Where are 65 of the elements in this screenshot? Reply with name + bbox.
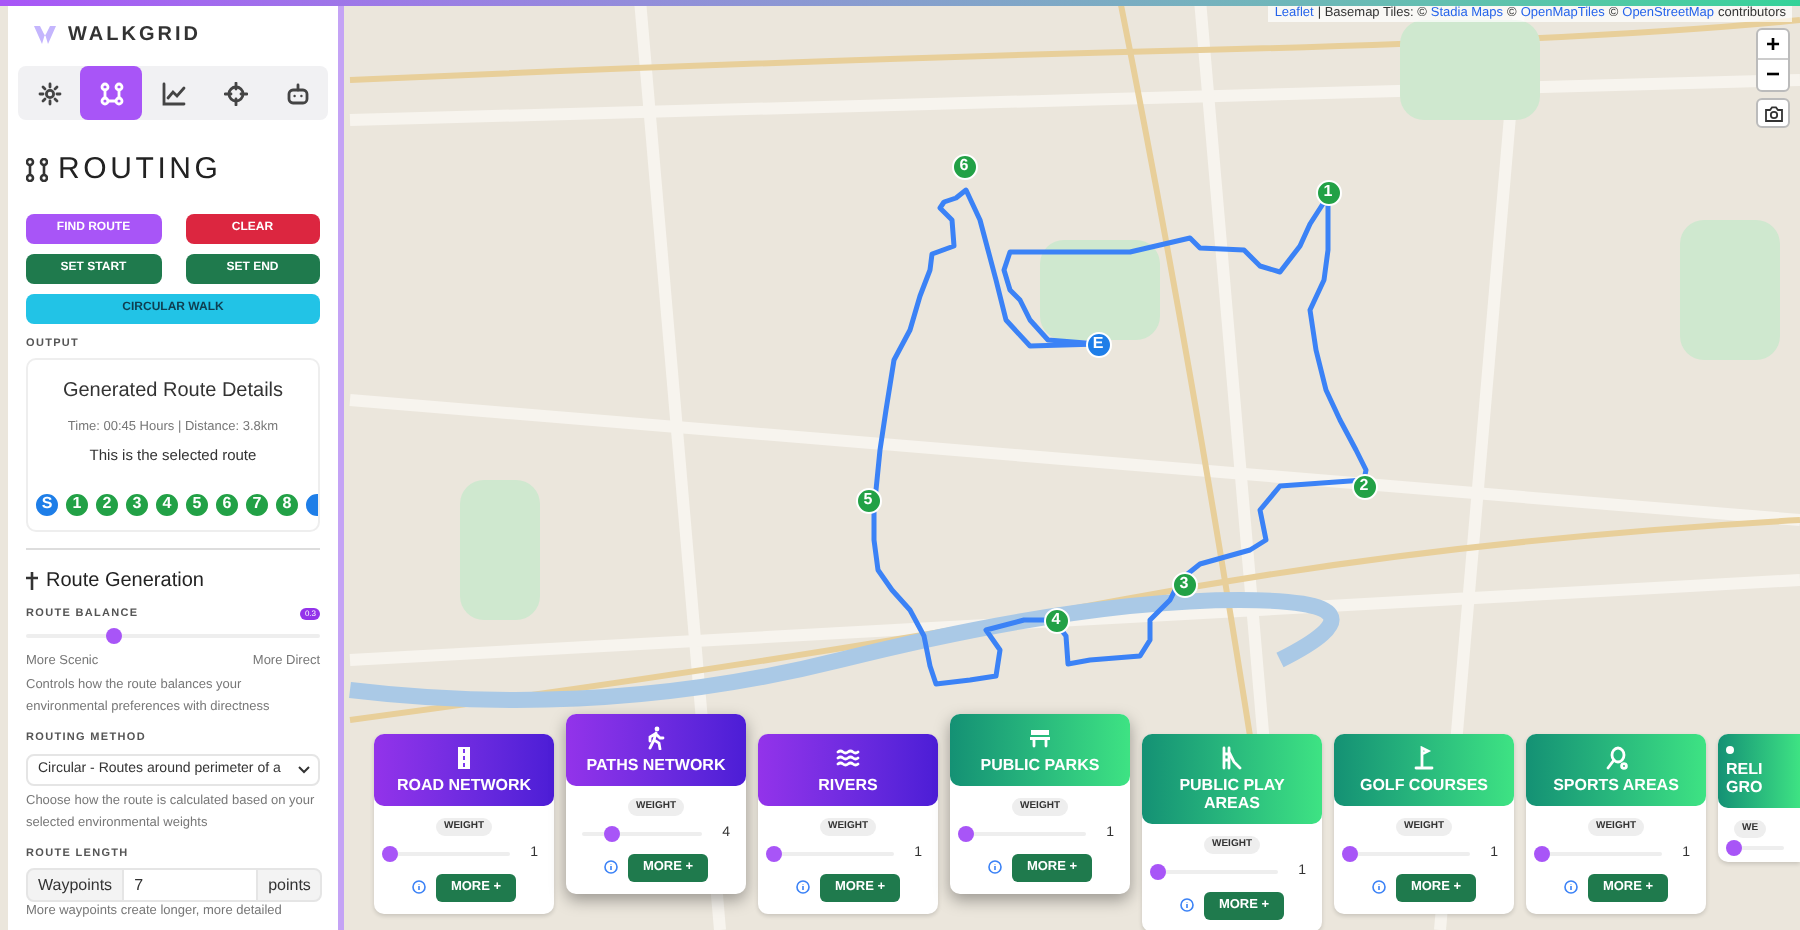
dagger-icon <box>26 571 38 590</box>
app-name: WALKGRID <box>68 22 201 50</box>
card-title: ROAD NETWORK <box>396 776 532 794</box>
road-icon <box>452 746 476 770</box>
card-title: SPORTS AREAS <box>1553 776 1679 794</box>
info-icon[interactable] <box>1180 898 1195 912</box>
slide-icon <box>1220 746 1244 770</box>
weight-slider-thumb[interactable] <box>1534 846 1550 863</box>
card-title: PUBLIC PARKS <box>980 756 1100 774</box>
park-area <box>1680 220 1780 360</box>
park-area <box>1040 240 1160 340</box>
weight-slider-thumb[interactable] <box>958 826 974 843</box>
info-icon[interactable] <box>796 880 811 894</box>
card-title: GOLF COURSES <box>1359 776 1488 794</box>
route-icon <box>26 158 48 183</box>
waypoint-badge[interactable]: 4 <box>154 491 180 518</box>
tool-tab[interactable] <box>80 66 142 120</box>
waypoint-badge[interactable]: 1 <box>64 491 90 518</box>
info-icon[interactable] <box>604 860 619 874</box>
camera-icon <box>1763 105 1783 121</box>
robot-icon <box>285 81 309 105</box>
hiker-icon <box>644 726 668 750</box>
waypoint-badge[interactable]: 2 <box>94 491 120 518</box>
settings-icon <box>37 81 61 105</box>
output-title: Generated Route Details <box>62 377 284 406</box>
screenshot-button[interactable] <box>1756 98 1790 128</box>
info-icon[interactable] <box>1564 880 1579 894</box>
weight-slider-thumb[interactable] <box>1342 846 1358 863</box>
weight-slider-thumb[interactable] <box>1150 864 1166 881</box>
weight-slider-thumb[interactable] <box>1726 840 1742 856</box>
waypoint-badge[interactable]: 3 <box>124 491 150 518</box>
line-chart-icon <box>161 81 185 105</box>
zoom-out-button[interactable]: − <box>1758 60 1788 90</box>
weight-slider-thumb[interactable] <box>766 846 782 863</box>
chevron-down-icon <box>298 766 310 774</box>
input-suffix: points <box>256 868 323 903</box>
racket-icon <box>1604 746 1628 770</box>
section-title: Route Generation <box>46 567 204 596</box>
input-prefix: Waypoints <box>26 868 125 903</box>
crosshair-icon <box>223 81 247 105</box>
card-title: PATHS NETWORK <box>586 756 726 774</box>
waypoint-badge[interactable]: 7 <box>244 491 270 518</box>
card-title: PUBLIC PLAY AREAS <box>1177 776 1287 812</box>
weight-slider-thumb[interactable] <box>382 846 398 863</box>
info-icon[interactable] <box>412 880 427 894</box>
zoom-in-button[interactable]: + <box>1758 30 1788 60</box>
weight-slider-thumb[interactable] <box>604 826 620 843</box>
park-area <box>460 480 540 620</box>
info-icon[interactable] <box>988 860 1003 874</box>
dot-icon <box>1726 746 1734 754</box>
card-title: RIVERS <box>818 776 878 794</box>
golf-flag-icon <box>1412 746 1436 770</box>
park-area <box>1400 20 1540 120</box>
route-icon <box>99 81 123 105</box>
waypoint-badge[interactable]: 8 <box>274 491 300 518</box>
waypoint-badge[interactable]: 5 <box>184 491 210 518</box>
logo-icon <box>34 26 56 44</box>
card-title: RELI GRO <box>1726 760 1765 796</box>
bench-icon <box>1028 726 1052 750</box>
panel-title: ROUTING <box>58 150 222 190</box>
slider-thumb[interactable] <box>106 628 123 644</box>
waves-icon <box>836 746 860 770</box>
info-icon[interactable] <box>1372 880 1387 894</box>
waypoint-badge[interactable]: S <box>34 491 60 518</box>
waypoint-badge[interactable]: 6 <box>214 491 240 518</box>
